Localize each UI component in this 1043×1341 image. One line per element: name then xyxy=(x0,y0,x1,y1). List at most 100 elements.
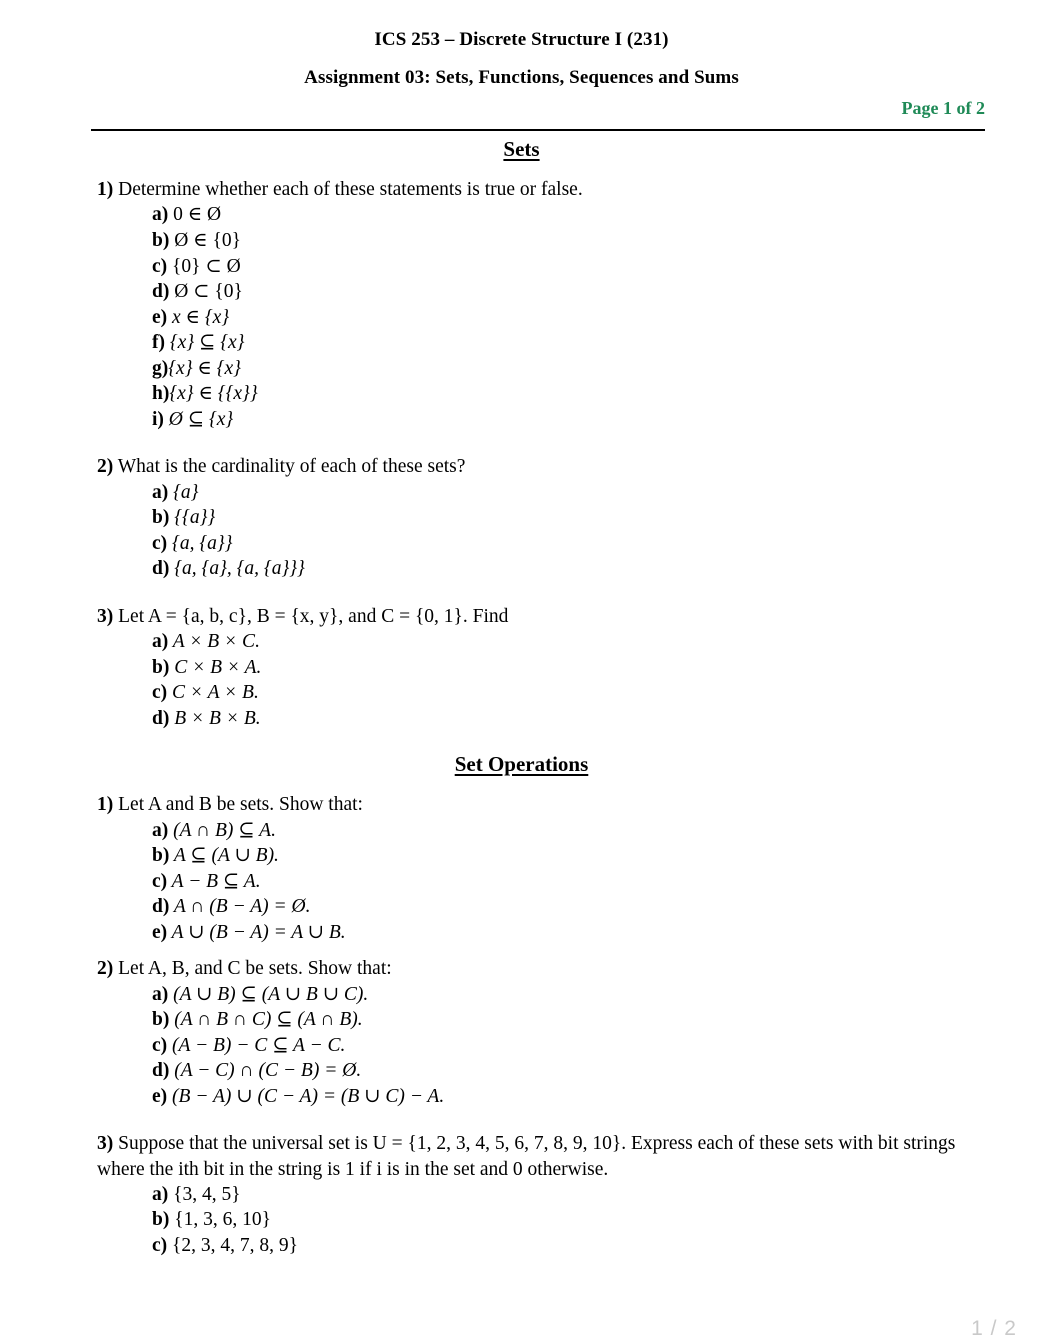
item-text: {a} xyxy=(168,481,199,503)
item-text: x ∈ {x} xyxy=(167,306,230,328)
footer-page-number: 1 / 2 xyxy=(971,1317,1017,1340)
section-heading-sets: Sets xyxy=(503,137,540,161)
item-label: a) xyxy=(152,819,169,841)
item-label: c) xyxy=(152,870,168,892)
list-item: a) (A ∩ B) ⊆ A. xyxy=(0,818,1043,844)
item-label: f) xyxy=(152,332,165,354)
item-label: b) xyxy=(152,656,170,678)
question-text: Let A = {a, b, c}, B = {x, y}, and C = {… xyxy=(113,605,509,627)
item-label: b) xyxy=(152,1209,170,1231)
item-text: {3, 4, 5} xyxy=(168,1183,241,1205)
item-label: h) xyxy=(152,383,170,405)
list-item: h){x} ∈ {{x}} xyxy=(0,381,1043,407)
item-label: e) xyxy=(152,921,168,943)
item-label: b) xyxy=(152,845,170,867)
item-label: b) xyxy=(152,1009,170,1031)
list-item: b) (A ∩ B ∩ C) ⊆ (A ∩ B). xyxy=(0,1007,1043,1033)
item-text: A × B × C. xyxy=(168,631,260,653)
item-label: c) xyxy=(152,1034,168,1056)
list-item: b) {{a}} xyxy=(0,505,1043,531)
item-text: A ⊆ (A ∪ B). xyxy=(169,845,279,867)
item-label: c) xyxy=(152,1235,168,1256)
question-text: Let A and B be sets. Show that: xyxy=(113,794,363,816)
item-text: Ø ⊆ {x} xyxy=(163,408,234,430)
list-item: c) {2, 3, 4, 7, 8, 9} xyxy=(0,1233,1043,1259)
question-block: 3) Let A = {a, b, c}, B = {x, y}, and C … xyxy=(0,604,1043,731)
question-prompt: 3) Let A = {a, b, c}, B = {x, y}, and C … xyxy=(0,604,1043,629)
item-text: A ∩ (B − A) = Ø. xyxy=(169,896,311,918)
item-label: a) xyxy=(152,631,169,653)
document-header: ICS 253 – Discrete Structure I (231) Ass… xyxy=(0,0,1043,119)
item-text: (A ∩ B ∩ C) ⊆ (A ∩ B). xyxy=(169,1009,363,1031)
list-item: d) B × B × B. xyxy=(0,706,1043,732)
question-block: 3) Suppose that the universal set is U =… xyxy=(0,1131,1043,1258)
item-label: c) xyxy=(152,682,168,704)
item-text: B × B × B. xyxy=(169,707,261,729)
section-set-operations: Set Operations 1) Let A and B be sets. S… xyxy=(0,753,1043,1258)
question-block: 2) Let A, B, and C be sets. Show that: a… xyxy=(0,956,1043,1109)
page-indicator: Page 1 of 2 xyxy=(901,98,985,118)
question-prompt: 3) Suppose that the universal set is U =… xyxy=(0,1131,1043,1182)
question-number: 2) xyxy=(97,958,114,980)
item-label: c) xyxy=(152,532,168,554)
list-item: a) (A ∪ B) ⊆ (A ∪ B ∪ C). xyxy=(0,982,1043,1008)
item-label: i) xyxy=(152,408,164,430)
item-text: (A ∩ B) ⊆ A. xyxy=(168,819,276,841)
item-text: {2, 3, 4, 7, 8, 9} xyxy=(167,1235,299,1256)
question-text: Determine whether each of these statemen… xyxy=(113,179,583,201)
list-item: c) (A − B) − C ⊆ A − C. xyxy=(0,1033,1043,1059)
question-text: Let A, B, and C be sets. Show that: xyxy=(113,958,392,980)
question-prompt: 2) What is the cardinality of each of th… xyxy=(0,454,1043,479)
question-items: a) {3, 4, 5} b) {1, 3, 6, 10} c) {2, 3, … xyxy=(0,1182,1043,1259)
question-prompt: 2) Let A, B, and C be sets. Show that: xyxy=(0,956,1043,981)
list-item: d) (A − C) ∩ (C − B) = Ø. xyxy=(0,1058,1043,1084)
question-text: Suppose that the universal set is U = {1… xyxy=(97,1133,956,1180)
item-label: g) xyxy=(152,357,169,379)
question-block: 1) Let A and B be sets. Show that: a) (A… xyxy=(0,792,1043,945)
list-item: d) A ∩ (B − A) = Ø. xyxy=(0,894,1043,920)
list-item: a) 0 ∈ Ø xyxy=(0,202,1043,228)
item-label: d) xyxy=(152,558,170,580)
document-page: ICS 253 – Discrete Structure I (231) Ass… xyxy=(0,0,1043,1340)
item-label: b) xyxy=(152,229,170,251)
question-prompt: 1) Determine whether each of these state… xyxy=(0,177,1043,202)
item-text: C × A × B. xyxy=(167,682,259,704)
list-item: b) A ⊆ (A ∪ B). xyxy=(0,843,1043,869)
item-text: A ∪ (B − A) = A ∪ B. xyxy=(167,921,346,943)
list-item: b) Ø ∈ {0} xyxy=(0,228,1043,254)
item-text: (A − C) ∩ (C − B) = Ø. xyxy=(169,1060,362,1082)
question-number: 1) xyxy=(97,179,114,201)
item-text: (A ∪ B) ⊆ (A ∪ B ∪ C). xyxy=(168,983,369,1005)
item-label: d) xyxy=(152,1060,170,1082)
list-item: d) {a, {a}, {a, {a}}} xyxy=(0,556,1043,582)
list-item: e) (B − A) ∪ (C − A) = (B ∪ C) − A. xyxy=(0,1084,1043,1110)
item-text: {1, 3, 6, 10} xyxy=(169,1209,271,1231)
item-text: C × B × A. xyxy=(169,656,262,678)
list-item: c) C × A × B. xyxy=(0,680,1043,706)
question-block: 2) What is the cardinality of each of th… xyxy=(0,454,1043,581)
list-item: f) {x} ⊆ {x} xyxy=(0,330,1043,356)
item-text: 0 ∈ Ø xyxy=(168,204,222,226)
list-item: e) A ∪ (B − A) = A ∪ B. xyxy=(0,920,1043,946)
item-label: d) xyxy=(152,281,170,303)
item-text: A − B ⊆ A. xyxy=(167,870,261,892)
list-item: e) x ∈ {x} xyxy=(0,305,1043,331)
list-item: b) C × B × A. xyxy=(0,655,1043,681)
assignment-title: Assignment 03: Sets, Functions, Sequence… xyxy=(304,67,739,88)
list-item: c) {a, {a}} xyxy=(0,531,1043,557)
list-item: a) A × B × C. xyxy=(0,629,1043,655)
question-number: 3) xyxy=(97,605,114,627)
item-label: c) xyxy=(152,255,168,277)
course-title: ICS 253 – Discrete Structure I (231) xyxy=(374,29,669,50)
section-sets: Sets 1) Determine whether each of these … xyxy=(0,137,1043,731)
list-item: i) Ø ⊆ {x} xyxy=(0,407,1043,433)
question-number: 1) xyxy=(97,794,114,816)
list-item: b) {1, 3, 6, 10} xyxy=(0,1207,1043,1233)
list-item: g){x} ∈ {x} xyxy=(0,356,1043,382)
item-text: {x} ⊆ {x} xyxy=(165,332,245,354)
